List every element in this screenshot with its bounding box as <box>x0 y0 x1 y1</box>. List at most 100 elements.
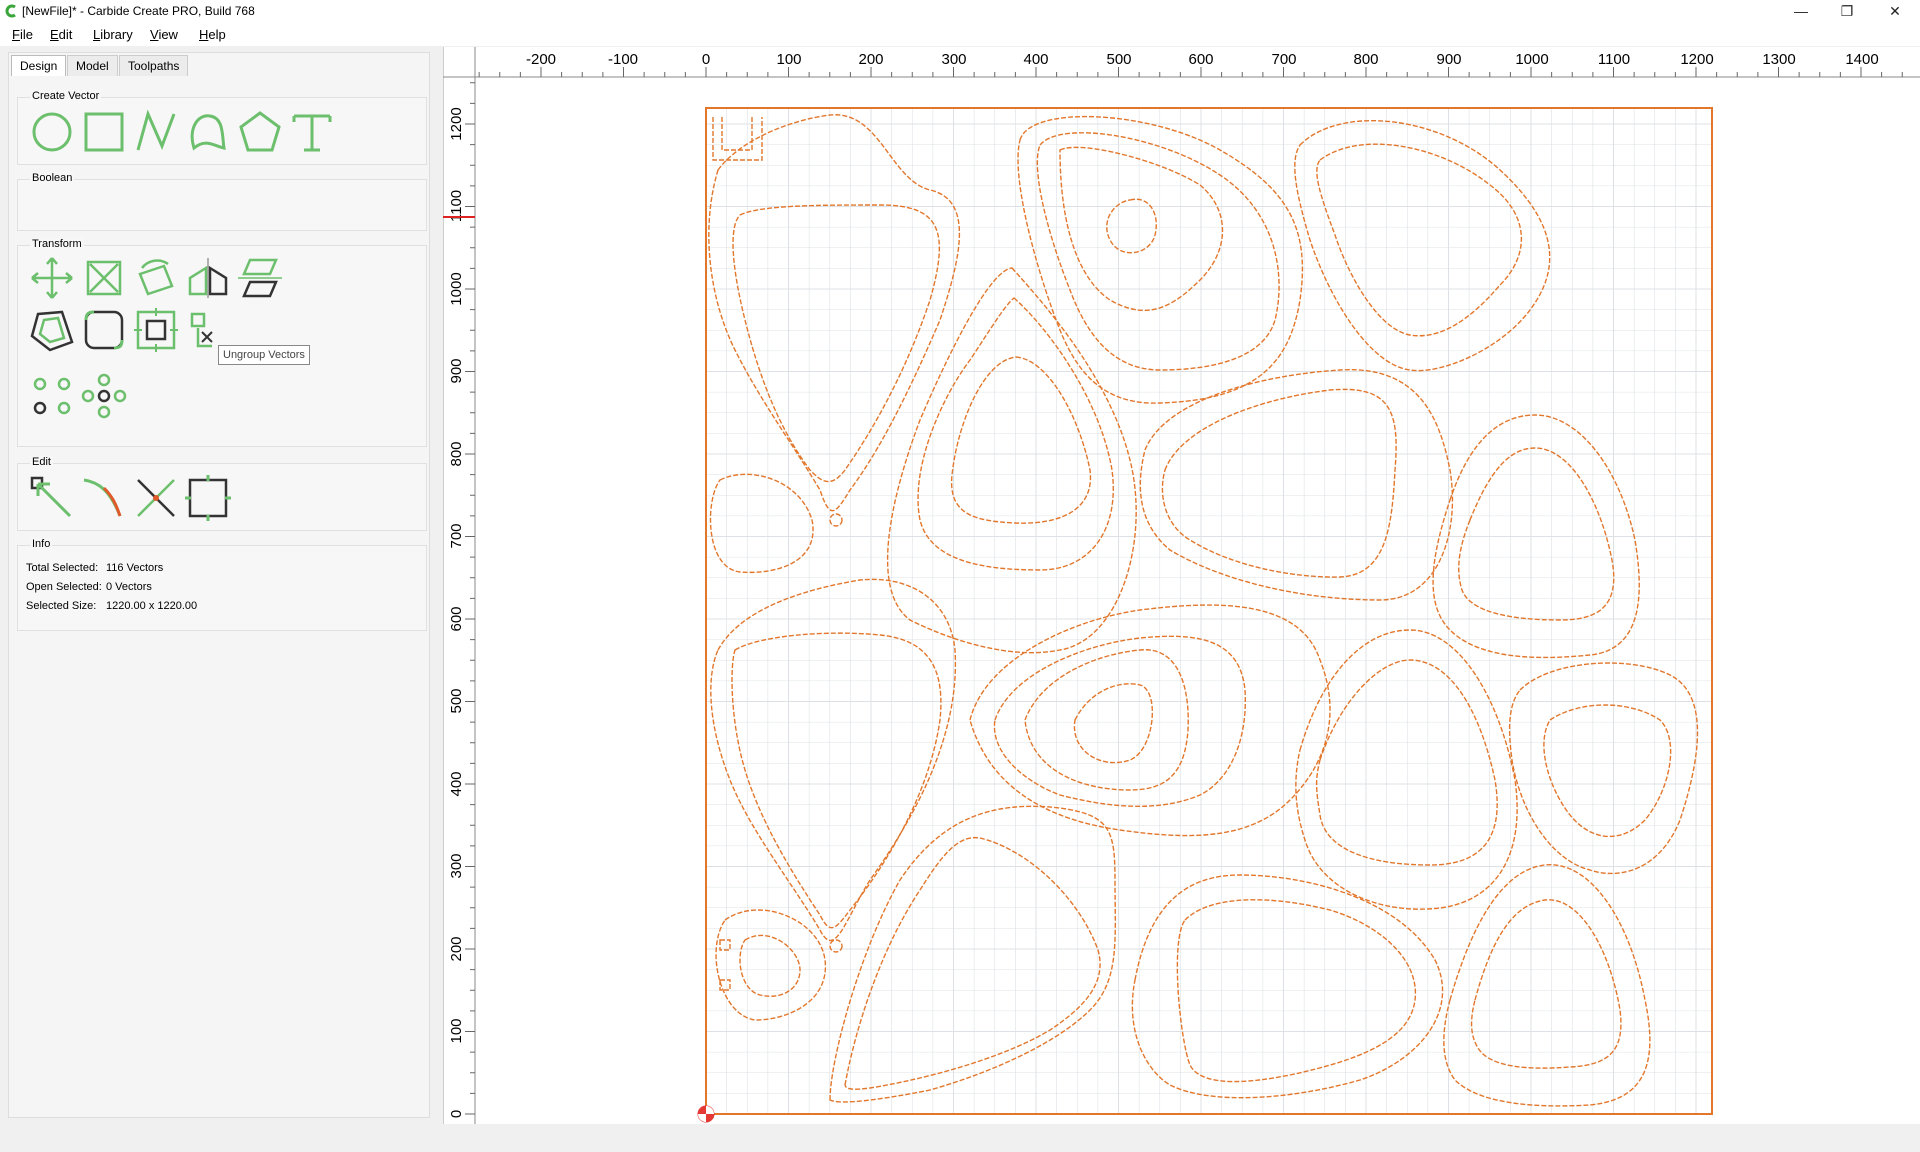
open-selected-value: 0 Vectors <box>106 581 152 593</box>
menu-edit[interactable]: Edit <box>50 27 72 42</box>
vector-shape[interactable] <box>709 473 814 574</box>
vector-shape[interactable] <box>993 635 1247 807</box>
vector-hole[interactable] <box>829 939 843 953</box>
rectangle-icon <box>84 112 124 152</box>
group-tool[interactable] <box>132 306 180 354</box>
scale-tool[interactable] <box>80 254 128 302</box>
vector-shape[interactable] <box>1508 662 1699 875</box>
rotate-tool[interactable] <box>132 254 180 302</box>
vector-shape[interactable] <box>1315 659 1498 866</box>
text-tool[interactable] <box>288 108 336 156</box>
ruler-x-label: 500 <box>1106 51 1131 68</box>
corner-frame-vector[interactable] <box>712 117 763 161</box>
ruler-y-label: 1000 <box>448 272 465 305</box>
trim-tool[interactable] <box>132 474 180 522</box>
circular-array-icon <box>81 373 127 419</box>
rectangle-tool[interactable] <box>80 108 128 156</box>
canvas-drawing[interactable]: -200 -100 0 100 200 300 400 500 600 700 … <box>443 47 1920 1124</box>
close-button[interactable]: ✕ <box>1872 0 1918 22</box>
ruler-x-label: 0 <box>702 51 710 68</box>
vector-shape[interactable] <box>1059 146 1224 312</box>
vector-shape[interactable] <box>1139 369 1454 601</box>
polygon-tool[interactable] <box>236 108 284 156</box>
menu-file[interactable]: File <box>12 27 33 42</box>
circular-array-tool[interactable] <box>80 372 128 420</box>
info-title: Info <box>30 538 53 550</box>
vector-shape[interactable] <box>1161 388 1397 578</box>
curve-tool[interactable] <box>184 108 232 156</box>
ruler-x-label: -100 <box>608 51 638 68</box>
vector-shape[interactable] <box>739 934 801 997</box>
vector-shape[interactable] <box>732 204 941 483</box>
status-bar <box>0 1128 1920 1152</box>
vector-shape[interactable] <box>1073 683 1153 764</box>
tab-toolpaths[interactable]: Toolpaths <box>119 55 189 76</box>
circle-icon <box>32 112 72 152</box>
left-ruler <box>443 77 475 1124</box>
move-tool[interactable] <box>28 254 76 302</box>
minimize-button[interactable]: — <box>1778 0 1824 22</box>
ruler-x-label: 600 <box>1188 51 1213 68</box>
design-canvas[interactable]: -200 -100 0 100 200 300 400 500 600 700 … <box>443 47 1920 1124</box>
tab-design[interactable]: Design <box>11 55 67 76</box>
rotate-icon <box>138 259 174 296</box>
mirror-tool[interactable] <box>184 254 232 302</box>
vector-shape[interactable] <box>1443 864 1651 1107</box>
create-vector-title: Create Vector <box>30 90 102 102</box>
vector-shape[interactable] <box>1543 704 1672 837</box>
vector-shapes[interactable] <box>708 114 1699 1107</box>
offset-tool[interactable] <box>28 306 76 354</box>
vector-shape[interactable] <box>1024 649 1189 791</box>
title-bar: [NewFile]* - Carbide Create PRO, Build 7… <box>0 0 1920 22</box>
node-edit-tool[interactable] <box>28 474 76 522</box>
mirror-icon <box>188 258 228 298</box>
ruler-y-label: 0 <box>448 1110 465 1118</box>
vector-shape[interactable] <box>1036 132 1280 371</box>
menu-view[interactable]: View <box>150 27 178 42</box>
selected-size-value: 1220.00 x 1220.00 <box>106 600 198 612</box>
vector-shape[interactable] <box>1131 874 1444 1099</box>
vector-shape[interactable] <box>844 836 1101 1090</box>
vector-shape[interactable] <box>1458 447 1615 621</box>
menu-help[interactable]: Help <box>199 27 226 42</box>
join-icon <box>83 478 122 517</box>
restore-button[interactable]: ❐ <box>1824 0 1870 22</box>
circle-tool[interactable] <box>28 108 76 156</box>
menu-library[interactable]: Library <box>93 27 133 42</box>
workpiece-border <box>705 107 1713 1115</box>
vector-shape[interactable] <box>1176 899 1417 1083</box>
ruler-x-label: 400 <box>1023 51 1048 68</box>
create-vector-group: Create Vector <box>17 90 427 165</box>
app-logo-icon <box>5 4 16 18</box>
vector-shape[interactable] <box>1106 198 1157 254</box>
join-tool[interactable] <box>80 474 128 522</box>
polygon-icon <box>239 111 281 152</box>
ruler-x-label: 700 <box>1271 51 1296 68</box>
boundary-tool[interactable] <box>184 474 232 522</box>
boolean-group: Boolean <box>17 172 427 231</box>
vector-shape[interactable] <box>1294 120 1551 372</box>
tab-model[interactable]: Model <box>67 55 118 76</box>
canvas-grid <box>705 107 1713 1115</box>
array-tool[interactable] <box>28 372 76 420</box>
vector-shape[interactable] <box>731 632 942 929</box>
transform-title: Transform <box>30 238 84 250</box>
fillet-tool[interactable] <box>80 306 128 354</box>
total-selected-label: Total Selected: <box>26 562 99 574</box>
align-tool[interactable] <box>236 254 284 302</box>
vector-shape[interactable] <box>829 805 1117 1103</box>
vector-shape[interactable] <box>708 114 961 512</box>
polyline-tool[interactable] <box>132 108 180 156</box>
vector-shape[interactable] <box>950 356 1092 524</box>
vector-shape[interactable] <box>1295 629 1518 910</box>
ruler-x-label: 200 <box>858 51 883 68</box>
array-icon <box>33 377 71 415</box>
ruler-x-label: 900 <box>1436 51 1461 68</box>
vector-shape[interactable] <box>1470 899 1622 1069</box>
vector-shape[interactable] <box>1017 115 1304 404</box>
ruler-x-label: 1300 <box>1762 51 1795 68</box>
align-icon <box>238 258 282 298</box>
vector-shape[interactable] <box>1316 143 1522 337</box>
ruler-ticks <box>465 67 1903 1115</box>
ruler-x-label: 800 <box>1353 51 1378 68</box>
